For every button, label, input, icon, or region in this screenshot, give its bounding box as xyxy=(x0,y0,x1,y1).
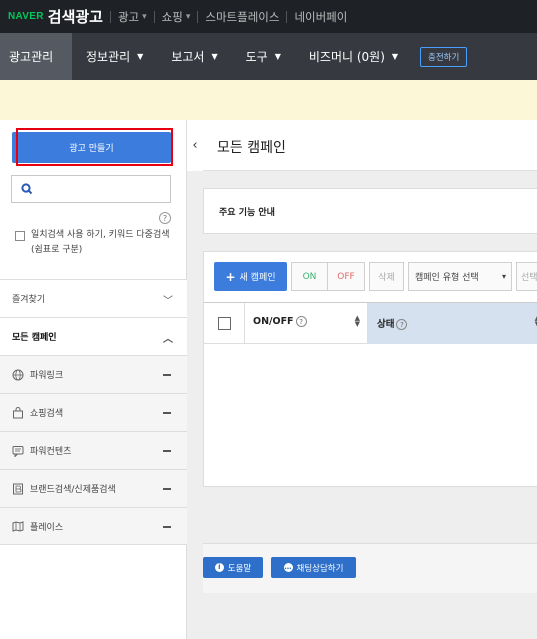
chevron-down-icon: ▾ xyxy=(185,11,191,22)
more-select[interactable]: 선택 xyxy=(516,262,537,291)
nav-item-bizmoney[interactable]: 비즈머니 (0원) ▼ xyxy=(295,33,412,80)
top-link-shopping[interactable]: 쇼핑 ▾ xyxy=(162,9,191,25)
help-icon[interactable]: ? xyxy=(396,319,408,330)
divider xyxy=(197,10,199,23)
chat-icon: … xyxy=(283,563,293,572)
sort-icon[interactable]: ▲▼ xyxy=(355,315,360,328)
off-button[interactable]: OFF xyxy=(328,262,365,291)
brand-icon xyxy=(13,483,23,494)
charge-button[interactable]: 충전하기 xyxy=(420,46,468,67)
gutter xyxy=(187,171,203,639)
collapse-sidebar-icon[interactable]: ‹ xyxy=(187,120,203,171)
table-header: ON/OFF? ▲▼ 상태? ▲▼ xyxy=(204,302,537,344)
product-title[interactable]: 검색광고 xyxy=(48,6,103,27)
content-icon xyxy=(12,445,24,457)
main-nav: 광고관리 정보관리 ▼ 보고서 ▼ 도구 ▼ 비즈머니 (0원) ▼ 충전하기 xyxy=(0,33,537,80)
nav-item-info-management[interactable]: 정보관리 ▼ xyxy=(72,33,157,80)
main-content: 모든 캠페인 주요 기능 안내 + 새 캠페인 ON OFF 삭제 캠페인 유형 … xyxy=(203,120,537,639)
content-footer: i 도움말 … 채팅상담하기 xyxy=(203,543,537,593)
sidebar-item-shopping[interactable]: 쇼핑검색 xyxy=(0,393,187,431)
chevron-down-icon: ﹀ xyxy=(163,296,173,307)
page-title: 모든 캠페인 xyxy=(217,140,286,156)
map-icon xyxy=(12,521,24,532)
minus-icon[interactable] xyxy=(163,374,171,376)
minus-icon[interactable] xyxy=(163,526,171,528)
sidebar-favorites[interactable]: 즐겨찾기 ﹀ xyxy=(0,279,187,317)
nav-item-ad-management[interactable]: 광고관리 xyxy=(0,33,72,80)
minus-icon[interactable] xyxy=(163,488,171,490)
chevron-down-icon: ▾ xyxy=(501,272,506,281)
chat-consult-button[interactable]: … 채팅상담하기 xyxy=(271,557,356,578)
chevron-down-icon: ▼ xyxy=(274,52,281,61)
help-icon[interactable]: ? xyxy=(159,212,171,224)
chevron-up-icon: ︿ xyxy=(163,334,173,345)
sidebar-all-campaigns[interactable]: 모든 캠페인 ︿ xyxy=(0,317,187,355)
exact-match-label: 일치검색 사용 하기, 키워드 다중검색(쉼표로 구분) xyxy=(31,230,170,255)
sidebar-item-place[interactable]: 플레이스 xyxy=(0,507,187,545)
divider xyxy=(153,10,155,23)
chevron-down-icon: ▼ xyxy=(137,52,144,61)
nav-item-tools[interactable]: 도구 ▼ xyxy=(232,33,295,80)
on-button[interactable]: ON xyxy=(291,262,328,291)
plus-icon: + xyxy=(225,269,236,284)
new-campaign-button[interactable]: + 새 캠페인 xyxy=(214,262,287,291)
page-header: 모든 캠페인 xyxy=(203,120,537,171)
help-button[interactable]: i 도움말 xyxy=(203,557,263,578)
sidebar-item-powerlink[interactable]: 파워링크 xyxy=(0,355,187,393)
info-icon: i xyxy=(214,563,224,572)
top-link-smartplace[interactable]: 스마트플레이스 xyxy=(205,9,279,25)
column-status[interactable]: 상태? ▲▼ xyxy=(368,303,537,344)
nav-item-reports[interactable]: 보고서 ▼ xyxy=(157,33,231,80)
naver-logo[interactable]: NAVER xyxy=(8,11,44,22)
divider xyxy=(286,10,288,23)
campaign-panel: + 새 캠페인 ON OFF 삭제 캠페인 유형 선택 ▾ 선택 ON/OFF? ▲… xyxy=(203,251,537,487)
shopping-bag-icon xyxy=(13,406,23,418)
sidebar-item-brand[interactable]: 브랜드검색/신제품검색 xyxy=(0,469,187,507)
delete-button[interactable]: 삭제 xyxy=(369,262,404,291)
sidebar-item-powercontents[interactable]: 파워컨텐츠 xyxy=(0,431,187,469)
chevron-down-icon: ▾ xyxy=(142,11,147,22)
feature-guide-panel[interactable]: 주요 기능 안내 xyxy=(203,188,537,234)
divider xyxy=(109,10,111,23)
chevron-down-icon: ▼ xyxy=(391,52,399,61)
column-onoff[interactable]: ON/OFF? ▲ ▼ xyxy=(245,303,368,344)
globe-icon xyxy=(12,369,24,380)
create-ad-button[interactable]: 광고 만들기 xyxy=(12,132,171,163)
on-off-group: ON OFF xyxy=(291,262,365,292)
help-icon[interactable]: ? xyxy=(295,316,307,327)
campaign-type-select[interactable]: 캠페인 유형 선택 ▾ xyxy=(408,262,512,291)
feature-guide-label: 주요 기능 안내 xyxy=(219,208,275,218)
top-bar: NAVER 검색광고 광고 ▾ 쇼핑 ▾ 스마트플레이스 네이버페이 xyxy=(0,0,537,33)
sidebar: 광고 만들기 ? 일치검색 사용 하기, 키워드 다중검색(쉼표로 구분) 즐겨… xyxy=(0,120,187,639)
select-all-cell xyxy=(204,303,245,344)
minus-icon[interactable] xyxy=(163,450,171,452)
notice-bar xyxy=(0,80,537,120)
minus-icon[interactable] xyxy=(163,412,171,414)
search-icon xyxy=(21,183,33,195)
campaign-toolbar: + 새 캠페인 ON OFF 삭제 캠페인 유형 선택 ▾ 선택 xyxy=(214,262,537,292)
top-link-ads[interactable]: 광고 ▾ xyxy=(118,9,147,25)
campaign-search-box[interactable] xyxy=(11,175,171,203)
exact-match-checkbox[interactable] xyxy=(15,231,25,241)
search-input[interactable] xyxy=(40,179,166,199)
select-all-checkbox[interactable] xyxy=(218,317,231,330)
top-link-naverpay[interactable]: 네이버페이 xyxy=(294,9,347,25)
chevron-down-icon: ▼ xyxy=(211,52,218,61)
